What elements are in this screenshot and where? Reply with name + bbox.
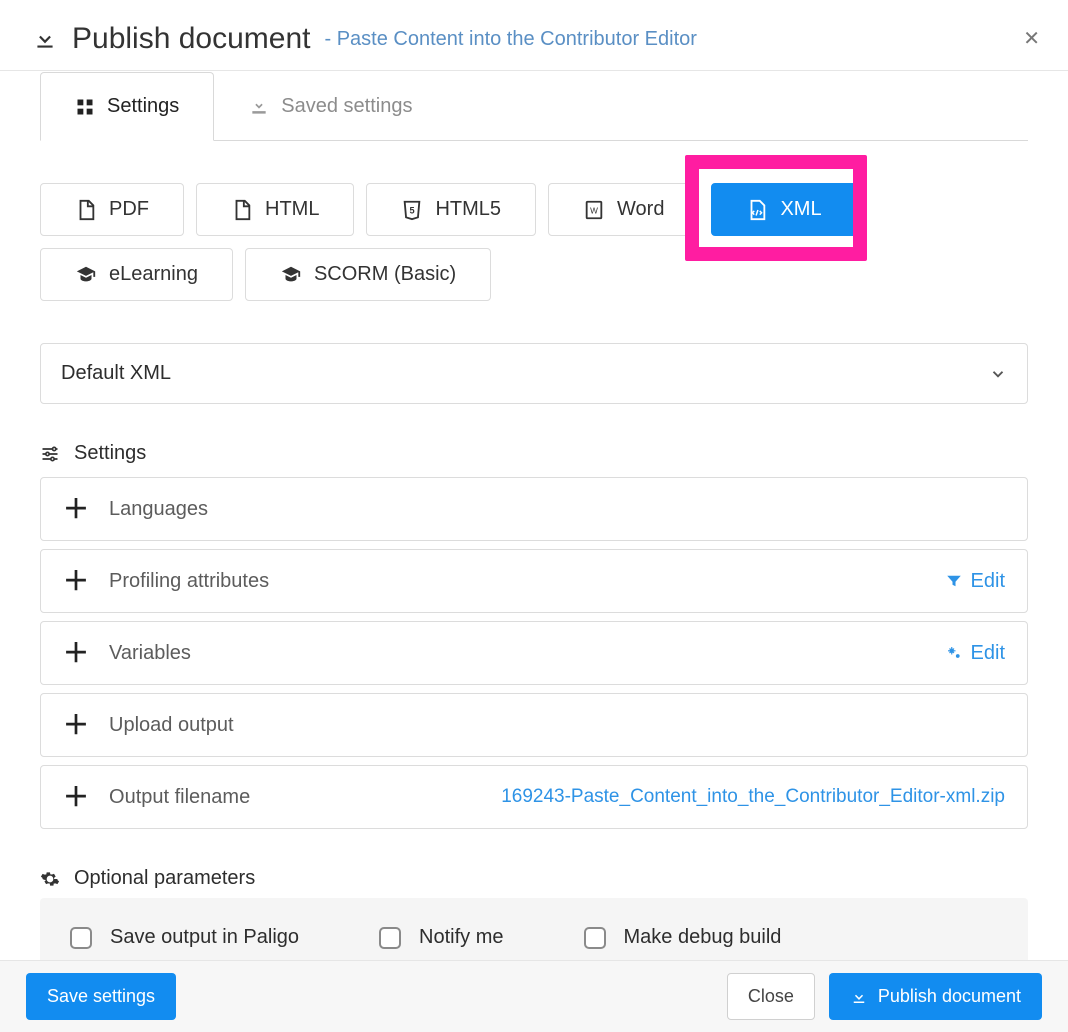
row-output-filename[interactable]: ＋ Output filename 169243-Paste_Content_i… — [40, 765, 1028, 829]
plus-icon: ＋ — [63, 640, 89, 666]
plus-icon: ＋ — [63, 496, 89, 522]
format-xml-button[interactable]: XML — [711, 183, 856, 236]
tab-saved-label: Saved settings — [281, 95, 412, 118]
tab-settings[interactable]: Settings — [40, 72, 214, 141]
layout-select[interactable]: Default XML — [40, 343, 1028, 404]
graduation-icon — [75, 264, 97, 286]
format-buttons: PDF HTML 5 HTML5 W Word XML — [40, 183, 1028, 301]
save-settings-button[interactable]: Save settings — [26, 973, 176, 1020]
svg-text:5: 5 — [410, 205, 415, 215]
plus-icon: ＋ — [63, 784, 89, 810]
row-output-filename-label: Output filename — [109, 786, 250, 809]
row-profiling-edit[interactable]: Edit — [945, 570, 1005, 593]
format-scorm-button[interactable]: SCORM (Basic) — [245, 248, 491, 301]
output-filename-value: 169243-Paste_Content_into_the_Contributo… — [501, 786, 1005, 808]
optional-section-label: Optional parameters — [74, 867, 255, 890]
graduation-icon — [280, 264, 302, 286]
opt-notify[interactable]: Notify me — [379, 926, 503, 949]
tab-saved-settings[interactable]: Saved settings — [214, 72, 447, 140]
sliders-icon — [40, 444, 60, 464]
dialog-title: Publish document - Paste Content into th… — [32, 22, 697, 56]
dialog-header: Publish document - Paste Content into th… — [0, 0, 1068, 71]
format-word-label: Word — [617, 198, 664, 221]
format-html5-label: HTML5 — [435, 198, 501, 221]
format-word-button[interactable]: W Word — [548, 183, 699, 236]
row-variables[interactable]: ＋ Variables Edit — [40, 621, 1028, 685]
row-profiling-label: Profiling attributes — [109, 570, 269, 593]
settings-section-label: Settings — [74, 442, 146, 465]
publish-document-button[interactable]: Publish document — [829, 973, 1042, 1020]
close-button-label: Close — [748, 986, 794, 1007]
format-html-button[interactable]: HTML — [196, 183, 354, 236]
checkbox-icon[interactable] — [70, 927, 92, 949]
row-variables-edit[interactable]: Edit — [945, 642, 1005, 665]
settings-section-header: Settings — [40, 442, 1028, 465]
checkbox-icon[interactable] — [379, 927, 401, 949]
layout-select-value: Default XML — [61, 362, 171, 385]
save-settings-label: Save settings — [47, 986, 155, 1007]
optional-parameters-panel: Save output in Paligo Notify me Make deb… — [40, 898, 1028, 960]
edit-label: Edit — [971, 570, 1005, 593]
close-button[interactable]: Close — [727, 973, 815, 1020]
opt-save-output-label: Save output in Paligo — [110, 926, 299, 949]
format-html-label: HTML — [265, 198, 319, 221]
html5-icon: 5 — [401, 199, 423, 221]
grid-icon — [75, 97, 95, 117]
pdf-icon — [75, 199, 97, 221]
row-variables-label: Variables — [109, 642, 191, 665]
filter-icon — [945, 572, 963, 590]
opt-notify-label: Notify me — [419, 926, 503, 949]
opt-save-output[interactable]: Save output in Paligo — [70, 926, 299, 949]
xml-icon — [746, 199, 768, 221]
optional-section-header: Optional parameters — [40, 867, 1028, 890]
format-xml-label: XML — [780, 198, 821, 221]
chevron-down-icon — [989, 365, 1007, 383]
opt-debug-label: Make debug build — [624, 926, 782, 949]
saved-download-icon — [249, 97, 269, 117]
tab-bar: Settings Saved settings — [40, 72, 1028, 141]
row-languages-label: Languages — [109, 498, 208, 521]
plus-icon: ＋ — [63, 568, 89, 594]
checkbox-icon[interactable] — [584, 927, 606, 949]
format-elearning-button[interactable]: eLearning — [40, 248, 233, 301]
publish-document-label: Publish document — [878, 986, 1021, 1007]
download-icon — [32, 26, 58, 52]
tab-settings-label: Settings — [107, 95, 179, 118]
dialog-body: Settings Saved settings PDF HTML 5 — [0, 72, 1068, 960]
format-scorm-label: SCORM (Basic) — [314, 263, 456, 286]
plus-icon: ＋ — [63, 712, 89, 738]
gears-icon — [945, 644, 963, 662]
close-icon[interactable]: ✕ — [1023, 29, 1040, 49]
dialog-footer: Save settings Close Publish document — [0, 960, 1068, 1032]
word-icon: W — [583, 199, 605, 221]
edit-label: Edit — [971, 642, 1005, 665]
format-elearning-label: eLearning — [109, 263, 198, 286]
dialog-title-text: Publish document — [72, 22, 310, 56]
file-icon — [231, 199, 253, 221]
svg-text:W: W — [590, 206, 598, 215]
dialog-subtitle: - Paste Content into the Contributor Edi… — [324, 28, 696, 51]
row-profiling[interactable]: ＋ Profiling attributes Edit — [40, 549, 1028, 613]
row-languages[interactable]: ＋ Languages — [40, 477, 1028, 541]
publish-icon — [850, 988, 868, 1006]
format-pdf-button[interactable]: PDF — [40, 183, 184, 236]
opt-debug[interactable]: Make debug build — [584, 926, 782, 949]
dialog-title-group: Publish document - Paste Content into th… — [32, 22, 697, 56]
row-upload-label: Upload output — [109, 714, 234, 737]
settings-rows: ＋ Languages ＋ Profiling attributes Edit … — [40, 477, 1028, 829]
gear-icon — [40, 869, 60, 889]
format-pdf-label: PDF — [109, 198, 149, 221]
format-html5-button[interactable]: 5 HTML5 — [366, 183, 536, 236]
row-upload[interactable]: ＋ Upload output — [40, 693, 1028, 757]
